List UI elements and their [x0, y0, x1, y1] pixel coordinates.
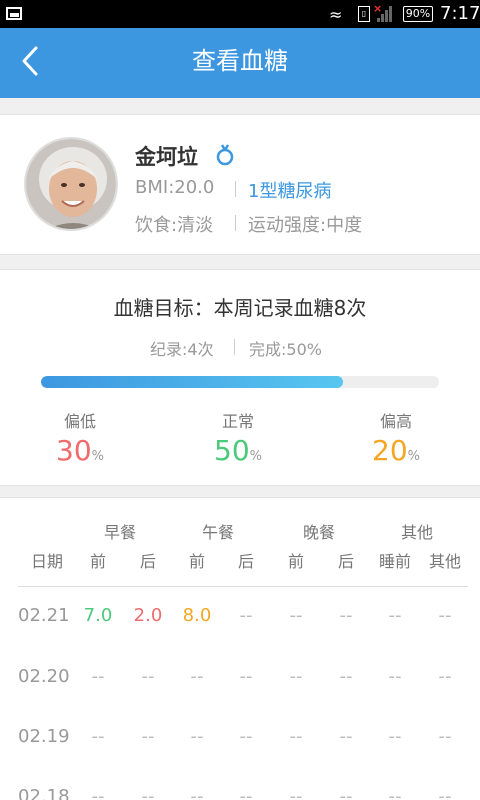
reading-cell[interactable]: --: [123, 666, 173, 687]
divider: [235, 181, 236, 197]
column-header: 其他: [428, 552, 461, 571]
reading-cell[interactable]: --: [271, 605, 321, 626]
reading-cell[interactable]: --: [221, 605, 271, 626]
blood-sugar-records-table: 早餐 午餐 晚餐 其他 日期 前 后 前 后 前 后 睡前 其他 02.21 7.…: [0, 497, 480, 800]
meal-group-header: 晚餐: [302, 523, 335, 542]
reading-cell[interactable]: --: [321, 666, 371, 687]
reading-cell[interactable]: 2.0: [123, 605, 173, 626]
goal-progress-fill: [41, 376, 344, 388]
column-header: 日期: [30, 552, 63, 571]
meal-group-header: 其他: [400, 523, 433, 542]
column-header: 前: [287, 552, 304, 571]
reading-cell[interactable]: 8.0: [172, 605, 222, 626]
goal-title: 血糖目标：本周记录血糖8次: [113, 296, 367, 320]
reading-cell[interactable]: --: [221, 726, 271, 747]
divider: [234, 339, 235, 355]
bmi-value: BMI:20.0: [135, 177, 215, 198]
reading-cell[interactable]: --: [321, 605, 371, 626]
stat-value: 20: [372, 434, 408, 467]
goal-progress-bar: [41, 376, 439, 388]
reading-cell[interactable]: --: [420, 786, 470, 800]
page-title: 查看血糖: [192, 47, 288, 75]
row-date: 02.21: [18, 605, 70, 626]
reading-cell[interactable]: --: [221, 666, 271, 687]
stat-value: 50: [214, 434, 250, 467]
reading-cell[interactable]: --: [123, 786, 173, 800]
stat-label: 偏低: [63, 412, 96, 431]
image-icon: [6, 7, 22, 20]
column-header: 后: [337, 552, 354, 571]
patient-profile-card: 金坷垃 BMI:20.0 1型糖尿病 饮食:清淡 运动强度:中度: [0, 114, 480, 255]
reading-cell[interactable]: --: [370, 786, 420, 800]
stat-high: 偏高 20%: [336, 408, 456, 467]
patient-name: 金坷垃: [135, 145, 198, 169]
reading-cell[interactable]: --: [172, 666, 222, 687]
stat-label: 正常: [221, 412, 254, 431]
diet-value: 饮食:清淡: [135, 215, 214, 236]
header-divider: [18, 586, 468, 587]
reading-cell[interactable]: --: [321, 726, 371, 747]
reading-cell[interactable]: --: [370, 666, 420, 687]
nav-bar: 查看血糖: [0, 28, 480, 98]
avatar[interactable]: [24, 137, 118, 231]
reading-cell[interactable]: --: [73, 726, 123, 747]
avatar-image: [26, 139, 116, 229]
reading-cell[interactable]: --: [420, 605, 470, 626]
stat-unit: %: [249, 449, 262, 464]
reading-cell[interactable]: --: [370, 726, 420, 747]
battery-icon: 90%: [403, 6, 433, 22]
column-header: 后: [139, 552, 156, 571]
column-header: 睡前: [378, 552, 411, 571]
exercise-intensity: 运动强度:中度: [248, 215, 363, 236]
reading-cell[interactable]: --: [73, 786, 123, 800]
recorded-count: 纪录:4次: [150, 340, 214, 359]
stat-value: 30: [56, 434, 92, 467]
diabetes-type: 1型糖尿病: [248, 181, 332, 202]
reading-cell[interactable]: --: [172, 726, 222, 747]
column-header: 前: [188, 552, 205, 571]
row-date: 02.18: [18, 786, 70, 800]
meal-group-header: 午餐: [201, 523, 234, 542]
reading-cell[interactable]: --: [271, 726, 321, 747]
reading-cell[interactable]: --: [271, 786, 321, 800]
stat-label: 偏高: [379, 412, 412, 431]
stat-unit: %: [91, 449, 104, 464]
reading-cell[interactable]: --: [321, 786, 371, 800]
reading-cell[interactable]: --: [221, 786, 271, 800]
completion-rate: 完成:50%: [249, 340, 322, 359]
row-date: 02.19: [18, 726, 70, 747]
wifi-icon: ≈: [329, 5, 343, 24]
status-bar: ≈ ▯ × 90% 7:17: [0, 0, 480, 28]
reading-cell[interactable]: --: [420, 726, 470, 747]
reading-cell[interactable]: --: [172, 786, 222, 800]
column-header: 前: [89, 552, 106, 571]
sim-icon: ▯: [358, 6, 370, 22]
female-gender-icon: [216, 144, 234, 166]
stat-low: 偏低 30%: [20, 408, 140, 467]
clock-time: 7:17: [440, 3, 480, 24]
reading-cell[interactable]: 7.0: [73, 605, 123, 626]
reading-cell[interactable]: --: [123, 726, 173, 747]
stat-unit: %: [407, 449, 420, 464]
stat-normal: 正常 50%: [178, 408, 298, 467]
column-header: 后: [237, 552, 254, 571]
row-date: 02.20: [18, 666, 70, 687]
reading-cell[interactable]: --: [420, 666, 470, 687]
reading-cell[interactable]: --: [73, 666, 123, 687]
blood-sugar-goal-card: 血糖目标：本周记录血糖8次 纪录:4次 完成:50% 偏低 30% 正常 50%…: [0, 269, 480, 486]
meal-group-header: 早餐: [103, 523, 136, 542]
divider: [235, 215, 236, 231]
reading-cell[interactable]: --: [271, 666, 321, 687]
signal-icon: [377, 6, 393, 22]
reading-cell[interactable]: --: [370, 605, 420, 626]
